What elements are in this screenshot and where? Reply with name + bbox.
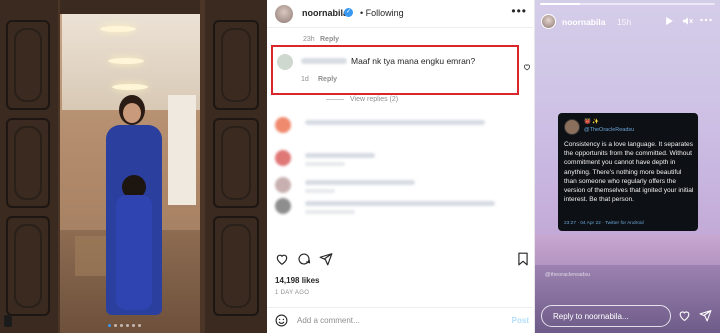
blurred-comment [275, 150, 515, 170]
grille [6, 118, 50, 208]
tweet-avatar [564, 119, 580, 135]
carousel-dot[interactable] [132, 324, 135, 327]
grille [6, 216, 50, 316]
side-icon [4, 315, 12, 327]
gate-right [205, 0, 267, 333]
carousel-dot[interactable] [114, 324, 117, 327]
carousel-dot[interactable] [126, 324, 129, 327]
ceiling-lamp [112, 84, 148, 90]
tweet-footer: 23:27 · 04 Apr 22 · Twitter for Android [564, 221, 644, 226]
story-time: 15h [617, 17, 632, 27]
story-more-icon[interactable] [700, 17, 712, 23]
story-username[interactable]: noornabila [562, 17, 605, 27]
grille [213, 20, 259, 110]
blurred-comment [275, 177, 515, 197]
story-reply-placeholder: Reply to noornabila... [553, 312, 629, 321]
highlighted-comment: Maaf nk tya mana engku emran? 1d Reply [271, 45, 519, 95]
post-photo[interactable] [0, 0, 267, 333]
view-replies-link[interactable]: View replies (2) [326, 96, 398, 103]
verified-badge-icon: ✓ [344, 8, 353, 17]
interior-wall [168, 95, 196, 205]
ceiling-lamp [100, 26, 136, 32]
more-icon[interactable]: ••• [511, 4, 527, 18]
ceiling [62, 0, 212, 110]
comment-heart-icon[interactable] [523, 63, 531, 71]
ceiling-lamp [108, 58, 144, 64]
grille [213, 118, 259, 208]
blurred-comment [275, 117, 515, 137]
comment-text: Maaf nk tya mana engku emran? [351, 56, 476, 66]
tweet-card: 👹 ✨ @TheOracleReadsu Consistency is a lo… [558, 113, 698, 231]
emoji-icon[interactable] [275, 314, 288, 327]
play-icon[interactable] [665, 16, 674, 26]
post-panel: noornabila ✓ • Following ••• 23h Reply M… [267, 0, 535, 333]
carousel-dots[interactable] [108, 324, 141, 327]
tweet-handle: @TheOracleReadsu [584, 127, 635, 133]
share-icon[interactable] [319, 252, 333, 266]
comment-reply-link[interactable]: Reply [318, 76, 337, 83]
following-label: Following [365, 8, 404, 18]
avatar[interactable] [275, 5, 293, 23]
post-timestamp: 1 DAY AGO [275, 290, 310, 296]
comment-icon[interactable] [297, 252, 311, 266]
commenter-avatar[interactable] [277, 54, 293, 70]
story-avatar[interactable] [541, 14, 556, 29]
door-frame [50, 0, 215, 14]
post-button[interactable]: Post [512, 316, 529, 325]
bookmark-icon[interactable] [517, 252, 529, 266]
story-reply-input[interactable]: Reply to noornabila... [541, 305, 671, 327]
story-watermark: @theoraclereadsu [545, 272, 591, 278]
screenshot-root: noornabila ✓ • Following ••• 23h Reply M… [0, 0, 720, 333]
gate-left [0, 0, 58, 333]
tweet-body: Consistency is a love language. It separ… [564, 141, 694, 204]
grille [213, 216, 259, 316]
add-comment-input[interactable]: Add a comment... [297, 316, 360, 325]
following-button[interactable]: • Following [360, 8, 404, 18]
grille [6, 20, 50, 110]
likes-count[interactable]: 14,198 likes [275, 276, 319, 285]
story-heart-icon[interactable] [678, 309, 691, 322]
child-figure [112, 175, 156, 310]
post-username[interactable]: noornabila [302, 8, 348, 18]
commenter-name-blurred [301, 58, 347, 64]
add-comment-bar: Add a comment... Post [267, 307, 535, 333]
post-header: noornabila ✓ • Following ••• [267, 0, 535, 28]
carousel-dot[interactable] [108, 324, 111, 327]
comment-time: 1d [301, 76, 309, 83]
send-icon[interactable] [699, 309, 712, 322]
mute-icon[interactable] [682, 16, 693, 26]
story-panel: noornabila 15h 👹 ✨ @TheOracleReadsu Cons… [535, 0, 720, 333]
action-bar [267, 252, 535, 268]
heart-icon[interactable] [275, 252, 289, 266]
carousel-dot[interactable] [120, 324, 123, 327]
prev-comment-time: 23h [303, 36, 315, 43]
carousel-dot[interactable] [138, 324, 141, 327]
tweet-name: 👹 ✨ [584, 119, 600, 125]
prev-reply-link[interactable]: Reply [320, 36, 339, 43]
blurred-comment [275, 198, 515, 218]
story-progress-fill [540, 3, 580, 5]
